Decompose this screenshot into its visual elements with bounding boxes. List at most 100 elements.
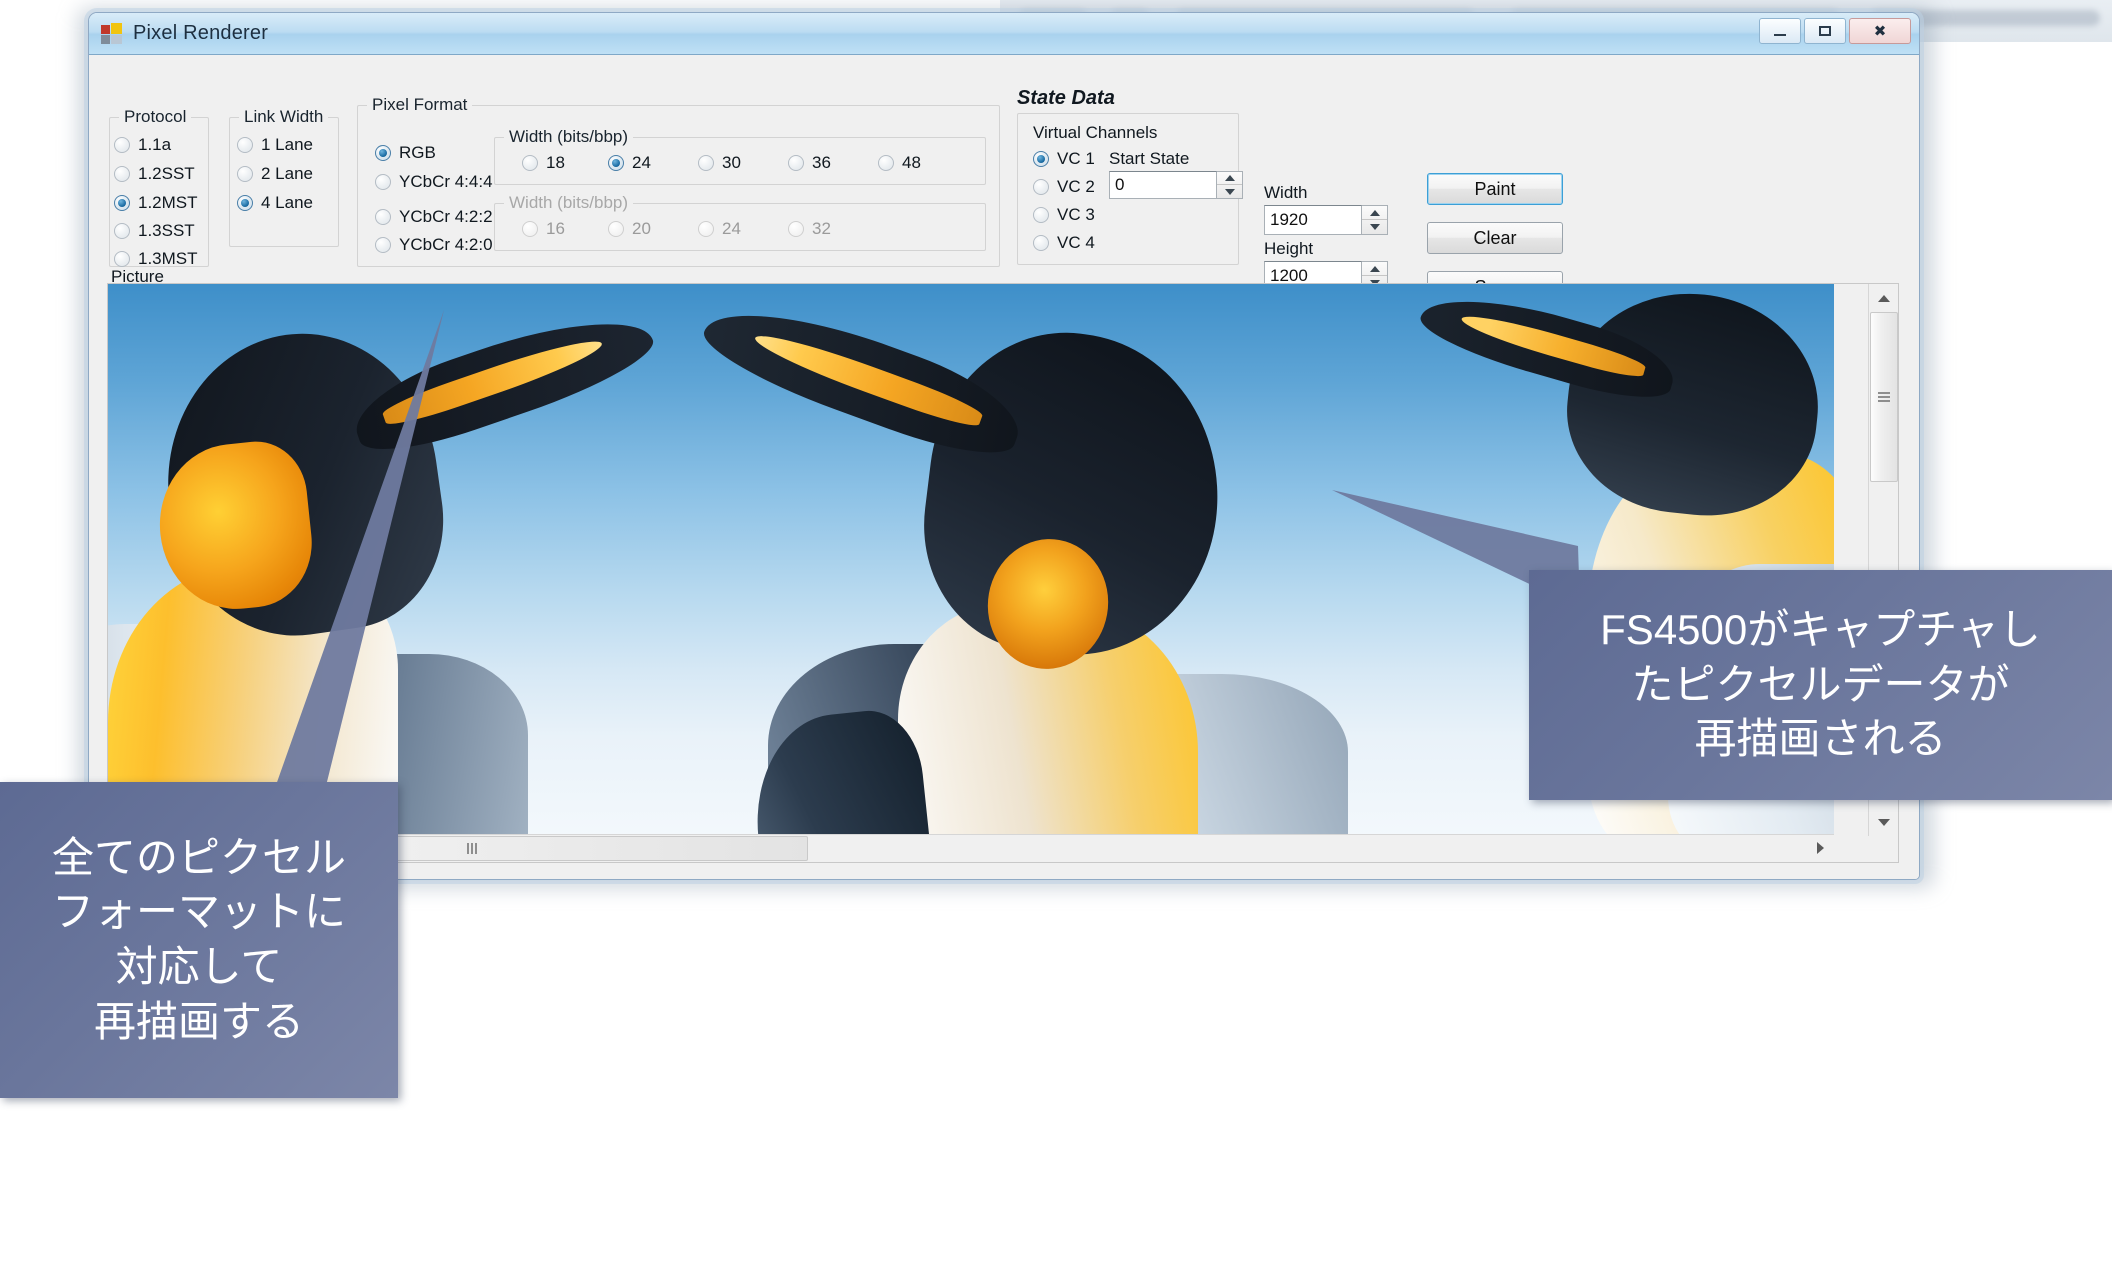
width-input[interactable]: 1920 [1264, 205, 1362, 235]
radio-vc2[interactable]: VC 2 [1033, 177, 1095, 197]
stepper-down-icon[interactable] [1217, 185, 1242, 198]
radio-label: 16 [546, 219, 565, 238]
paint-button[interactable]: Paint [1427, 173, 1563, 205]
radio-ycbcrwidth-16[interactable]: 16 [522, 219, 565, 239]
radio-pixelformat-rgb[interactable]: RGB [375, 143, 436, 163]
radio-pixelformat-ycbcr444[interactable]: YCbCr 4:4:4 [375, 172, 493, 192]
radio-dot-icon [522, 221, 538, 237]
protocol-legend: Protocol [119, 107, 192, 127]
radio-dot-icon [698, 155, 714, 171]
radio-dot-icon [788, 155, 804, 171]
radio-dot-icon [375, 237, 391, 253]
radio-label: 36 [812, 153, 831, 172]
radio-pixelformat-ycbcr422[interactable]: YCbCr 4:2:2 [375, 207, 493, 227]
radio-protocol-12mst[interactable]: 1.2MST [114, 193, 198, 213]
radio-protocol-13mst[interactable]: 1.3MST [114, 249, 198, 269]
radio-dot-icon [375, 174, 391, 190]
radio-label: 2 Lane [261, 164, 313, 183]
radio-label: VC 2 [1057, 177, 1095, 196]
radio-linkwidth-4lane[interactable]: 4 Lane [237, 193, 313, 213]
radio-label: 20 [632, 219, 651, 238]
window-controls: ✖ [1759, 18, 1911, 44]
radio-dot-icon [237, 195, 253, 211]
rgb-width-legend: Width (bits/bbp) [504, 127, 634, 147]
radio-rgbwidth-24[interactable]: 24 [608, 153, 651, 173]
maximize-button[interactable] [1804, 18, 1846, 44]
app-icon [101, 22, 123, 45]
radio-pixelformat-ycbcr420[interactable]: YCbCr 4:2:0 [375, 235, 493, 255]
state-data-title: State Data [1017, 87, 1115, 109]
radio-ycbcrwidth-20[interactable]: 20 [608, 219, 651, 239]
radio-dot-icon [375, 209, 391, 225]
radio-label: YCbCr 4:2:2 [399, 207, 493, 226]
stepper-up-icon[interactable] [1362, 206, 1387, 220]
radio-label: 24 [632, 153, 651, 172]
stepper-up-icon[interactable] [1362, 262, 1387, 276]
radio-dot-icon [608, 221, 624, 237]
scroll-right-icon[interactable] [1807, 835, 1833, 861]
radio-label: VC 4 [1057, 233, 1095, 252]
minimize-button[interactable] [1759, 18, 1801, 44]
radio-dot-icon [1033, 235, 1049, 251]
screenshot-root: Pixel Renderer ✖ Protocol 1.1a 1.2SST 1.… [0, 0, 2112, 1266]
radio-vc4[interactable]: VC 4 [1033, 233, 1095, 253]
close-icon[interactable]: ✖ [1849, 18, 1911, 44]
scroll-up-icon[interactable] [1870, 285, 1898, 311]
radio-ycbcrwidth-32[interactable]: 32 [788, 219, 831, 239]
radio-label: 4 Lane [261, 193, 313, 212]
radio-label: VC 1 [1057, 149, 1095, 168]
radio-dot-icon [608, 155, 624, 171]
width-stepper[interactable] [1362, 205, 1388, 235]
radio-vc3[interactable]: VC 3 [1033, 205, 1095, 225]
radio-dot-icon [375, 145, 391, 161]
radio-dot-icon [237, 137, 253, 153]
start-state-label: Start State [1109, 149, 1190, 168]
callout-left: 全てのピクセル フォーマットに 対応して 再描画する [0, 782, 398, 1098]
stepper-up-icon[interactable] [1217, 172, 1242, 185]
virtual-channels-label: Virtual Channels [1033, 123, 1158, 142]
radio-label: 30 [722, 153, 741, 172]
radio-protocol-11a[interactable]: 1.1a [114, 135, 171, 155]
pixel-format-legend: Pixel Format [367, 95, 473, 115]
radio-label: 24 [722, 219, 741, 238]
radio-label: 1.3MST [138, 249, 198, 268]
radio-label: 1.2MST [138, 193, 198, 212]
scroll-down-icon[interactable] [1870, 809, 1898, 835]
radio-label: 32 [812, 219, 831, 238]
grip-icon [1878, 390, 1890, 404]
radio-linkwidth-2lane[interactable]: 2 Lane [237, 164, 313, 184]
window-titlebar[interactable]: Pixel Renderer ✖ [89, 13, 1919, 55]
radio-vc1[interactable]: VC 1 [1033, 149, 1095, 169]
callout-left-tail [270, 310, 444, 810]
radio-rgbwidth-18[interactable]: 18 [522, 153, 565, 173]
radio-label: RGB [399, 143, 436, 162]
radio-label: 1 Lane [261, 135, 313, 154]
vertical-scroll-thumb[interactable] [1870, 312, 1898, 482]
radio-protocol-13sst[interactable]: 1.3SST [114, 221, 195, 241]
callout-right: FS4500がキャプチャし たピクセルデータが 再描画される [1529, 570, 2112, 800]
width-label: Width [1264, 183, 1308, 202]
callout-left-text: 全てのピクセル フォーマットに 対応して 再描画する [51, 833, 346, 1045]
radio-rgbwidth-48[interactable]: 48 [878, 153, 921, 173]
radio-dot-icon [114, 166, 130, 182]
radio-label: 1.3SST [138, 221, 195, 240]
radio-rgbwidth-30[interactable]: 30 [698, 153, 741, 173]
radio-dot-icon [1033, 151, 1049, 167]
radio-rgbwidth-36[interactable]: 36 [788, 153, 831, 173]
radio-ycbcrwidth-24[interactable]: 24 [698, 219, 741, 239]
radio-dot-icon [522, 155, 538, 171]
start-state-input[interactable]: 0 [1109, 171, 1217, 199]
clear-button[interactable]: Clear [1427, 222, 1563, 254]
radio-dot-icon [114, 137, 130, 153]
ycbcr-width-legend: Width (bits/bbp) [504, 193, 634, 213]
radio-dot-icon [788, 221, 804, 237]
stepper-down-icon[interactable] [1362, 220, 1387, 234]
radio-linkwidth-1lane[interactable]: 1 Lane [237, 135, 313, 155]
start-state-stepper[interactable] [1217, 171, 1243, 199]
radio-protocol-12sst[interactable]: 1.2SST [114, 164, 195, 184]
height-label: Height [1264, 239, 1314, 258]
radio-label: YCbCr 4:4:4 [399, 172, 493, 191]
radio-dot-icon [114, 195, 130, 211]
grip-icon [467, 841, 477, 856]
radio-label: 1.1a [138, 135, 172, 154]
